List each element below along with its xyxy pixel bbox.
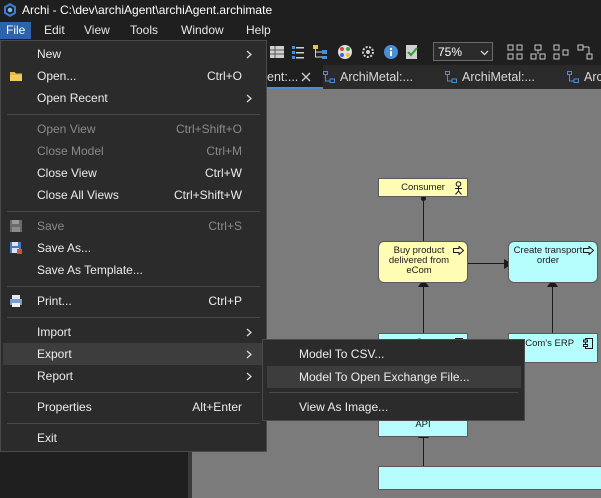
menu-separator	[269, 392, 518, 393]
connection-erp-to-transport[interactable]	[552, 283, 553, 333]
menu-window[interactable]: Window	[175, 22, 230, 39]
properties-gear-icon[interactable]	[360, 44, 376, 60]
close-icon[interactable]	[301, 72, 311, 82]
chevron-right-icon	[246, 350, 252, 359]
list-view-icon[interactable]	[290, 44, 306, 60]
info-icon[interactable]	[383, 44, 399, 60]
tab-active-view[interactable]: ent:...	[267, 65, 323, 89]
export-submenu: Model To CSV... Model To Open Exchange F…	[262, 339, 525, 421]
process-arrow-icon	[583, 246, 594, 255]
diagram-view-icon	[445, 71, 457, 83]
menu-edit[interactable]: Edit	[38, 22, 71, 39]
window-title: Archi - C:\dev\archiAgent\archiAgent.arc…	[22, 3, 273, 17]
menu-separator	[7, 392, 260, 393]
chevron-right-icon	[246, 328, 252, 337]
diagram-view-icon	[567, 71, 579, 83]
menu-tools[interactable]: Tools	[124, 22, 164, 39]
tab-label: Arc	[584, 70, 601, 84]
tab-label: ArchiMetal:...	[462, 70, 535, 84]
menu-help[interactable]: Help	[240, 22, 277, 39]
actor-icon	[455, 181, 462, 195]
connection-bottom-to-api[interactable]	[423, 434, 424, 466]
title-bar: Archi - C:\dev\archiAgent\archiAgent.arc…	[0, 0, 601, 20]
business-actor-node[interactable]: Consumer	[378, 178, 468, 197]
menu-item-print[interactable]: Print... Ctrl+P	[3, 290, 264, 312]
menu-item-view-as-image[interactable]: View As Image...	[265, 396, 522, 418]
grid-view-icon[interactable]	[269, 44, 285, 60]
zoom-value: 75%	[438, 45, 463, 59]
tab-archi[interactable]: Arc	[567, 65, 601, 89]
process-arrow-icon	[453, 246, 464, 255]
menu-file[interactable]: File	[0, 22, 32, 39]
hierarchy-icon[interactable]	[312, 44, 328, 60]
menu-bar: File Edit View Tools Window Help	[0, 20, 601, 40]
chevron-down-icon	[480, 50, 489, 56]
connection-process-to-transport[interactable]	[468, 263, 508, 264]
menu-item-exit[interactable]: Exit	[3, 427, 264, 449]
tab-label: ArchiMetal:...	[340, 70, 413, 84]
connection-ecom-to-process[interactable]	[423, 283, 424, 333]
menu-item-close-view[interactable]: Close View Ctrl+W	[3, 162, 264, 184]
file-menu: New Open... Ctrl+O Open Recent Open View…	[0, 40, 267, 452]
menu-view[interactable]: View	[78, 22, 116, 39]
menu-item-open-recent[interactable]: Open Recent	[3, 87, 264, 109]
toolbar: 75%	[267, 40, 601, 65]
menu-separator	[7, 211, 260, 212]
align-right-icon[interactable]	[553, 44, 569, 60]
menu-separator	[7, 423, 260, 424]
menu-item-model-to-csv[interactable]: Model To CSV...	[265, 343, 522, 365]
distribute-icon[interactable]	[577, 44, 593, 60]
menu-item-close-all-views[interactable]: Close All Views Ctrl+Shift+W	[3, 184, 264, 206]
tab-archimetal-2[interactable]: ArchiMetal:...	[445, 65, 567, 89]
menu-item-model-to-open-exchange[interactable]: Model To Open Exchange File...	[267, 366, 521, 388]
chevron-right-icon	[246, 94, 252, 103]
menu-item-save-as[interactable]: Save As...	[3, 237, 264, 259]
menu-item-close-model[interactable]: Close Model Ctrl+M	[3, 140, 264, 162]
archi-app-icon	[4, 3, 16, 17]
align-left-icon[interactable]	[507, 44, 523, 60]
menu-item-properties[interactable]: Properties Alt+Enter	[3, 396, 264, 418]
menu-item-open-view[interactable]: Open View Ctrl+Shift+O	[3, 118, 264, 140]
menu-item-import[interactable]: Import	[3, 321, 264, 343]
folder-icon	[10, 72, 22, 81]
validate-icon[interactable]	[404, 44, 420, 60]
menu-item-open[interactable]: Open... Ctrl+O	[3, 65, 264, 87]
connection-consumer-to-process[interactable]	[423, 196, 424, 241]
editor-tab-bar: ent:... ArchiMetal:... ArchiMetal:... Ar…	[267, 65, 601, 89]
align-center-icon[interactable]	[530, 44, 546, 60]
menu-item-save-as-template[interactable]: Save As Template...	[3, 259, 264, 281]
menu-item-report[interactable]: Report	[3, 365, 264, 387]
chevron-right-icon	[246, 372, 252, 381]
save-as-icon	[10, 242, 22, 254]
business-process-node[interactable]: Buy product delivered from eCom	[378, 241, 468, 283]
menu-separator	[7, 317, 260, 318]
zoom-combo[interactable]: 75%	[433, 42, 493, 61]
printer-icon	[10, 295, 22, 307]
chevron-right-icon	[246, 50, 252, 59]
menu-item-export[interactable]: Export	[3, 343, 264, 365]
application-process-node[interactable]: Create transport order	[508, 241, 598, 283]
diagram-view-icon	[323, 71, 335, 83]
tab-label: ent:...	[267, 70, 299, 84]
menu-item-save[interactable]: Save Ctrl+S	[3, 215, 264, 237]
menu-separator	[7, 286, 260, 287]
application-node[interactable]	[378, 466, 601, 490]
component-icon	[583, 338, 593, 349]
color-palette-icon[interactable]	[337, 44, 353, 60]
save-disk-icon	[10, 220, 22, 232]
menu-separator	[7, 114, 260, 115]
tab-archimetal-1[interactable]: ArchiMetal:...	[323, 65, 445, 89]
menu-item-new[interactable]: New	[3, 43, 264, 65]
